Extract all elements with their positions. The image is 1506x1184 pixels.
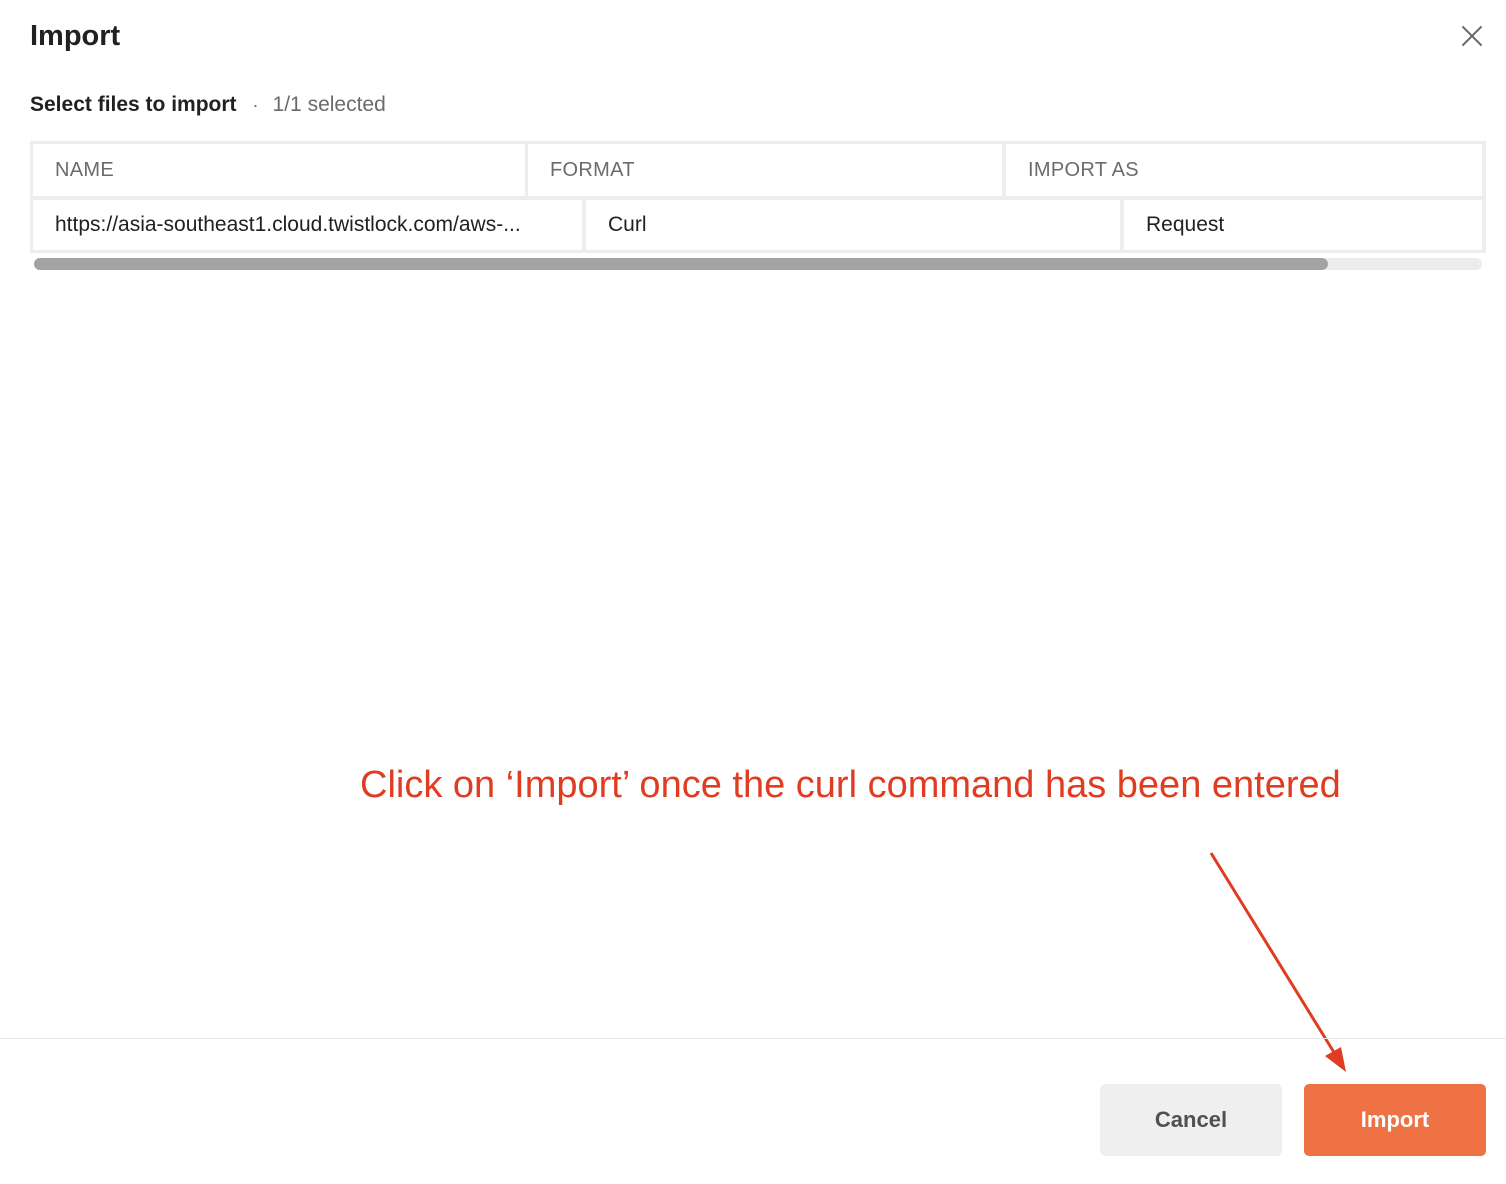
table-header-row: NAME FORMAT IMPORT AS	[30, 141, 1486, 199]
scrollbar-thumb[interactable]	[34, 258, 1328, 270]
files-table: NAME FORMAT IMPORT AS https://asia-south…	[30, 141, 1486, 275]
row-import-as-cell[interactable]: Request	[1124, 200, 1482, 250]
dialog-title: Import	[30, 20, 121, 52]
column-header-import-as: IMPORT AS	[1006, 144, 1482, 196]
import-button[interactable]: Import	[1304, 1084, 1486, 1156]
subtitle-separator: ·	[252, 94, 259, 115]
row-name-cell: https://asia-southeast1.cloud.twistlock.…	[33, 200, 582, 250]
subtitle-row: Select files to import · 1/1 selected	[30, 93, 386, 117]
cancel-button[interactable]: Cancel	[1100, 1084, 1282, 1156]
horizontal-scrollbar[interactable]	[34, 258, 1482, 270]
subtitle-label: Select files to import	[30, 93, 237, 116]
column-header-name: NAME	[33, 144, 525, 196]
table-row[interactable]: https://asia-southeast1.cloud.twistlock.…	[30, 198, 1486, 253]
row-format-cell[interactable]: Curl	[586, 200, 1120, 250]
close-icon	[1462, 26, 1482, 46]
column-header-format: FORMAT	[528, 144, 1002, 196]
close-button[interactable]	[1452, 16, 1492, 56]
selected-count: 1/1 selected	[272, 93, 386, 116]
footer-divider	[0, 1038, 1506, 1039]
annotation-text: Click on ‘Import’ once the curl command …	[360, 764, 1341, 806]
